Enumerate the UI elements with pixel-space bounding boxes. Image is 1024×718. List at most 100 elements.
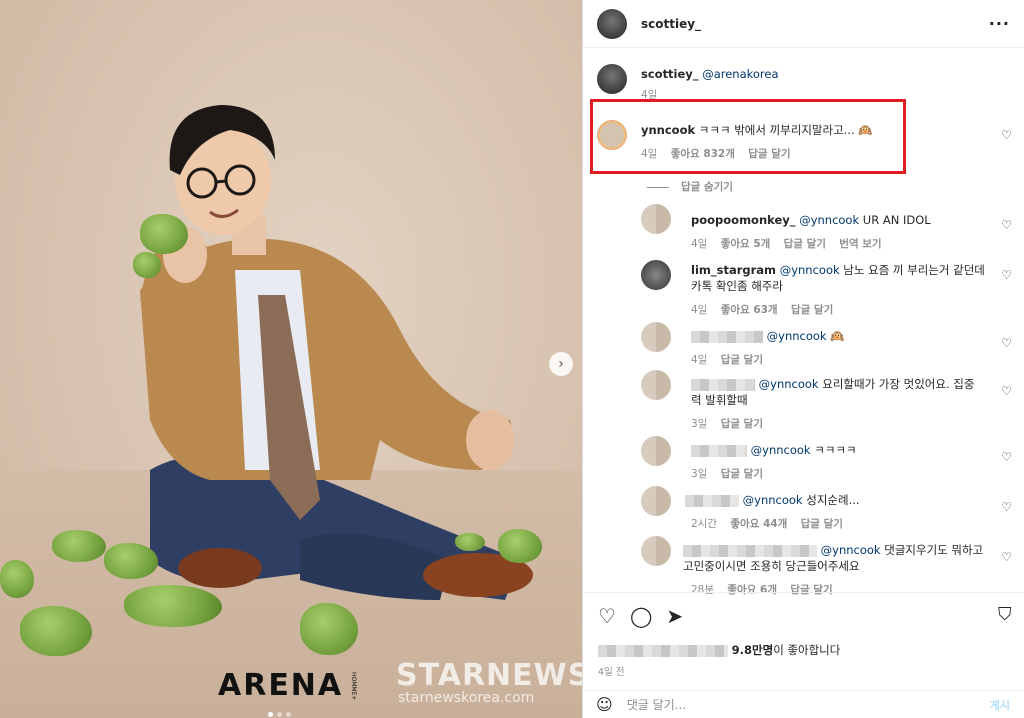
action-bar: ♡ ◯ ➤ [598,604,683,628]
reply-text: 댓글지우기도 뭐하고 [884,543,984,557]
reply-likes[interactable]: 좋아요 5개 [721,238,771,250]
avatar[interactable] [597,64,627,94]
reply-text-cont: 카톡 확인좀 해주라 [691,279,783,293]
comment-icon[interactable]: ◯ [630,604,652,628]
reply-text: UR AN IDOL [862,213,931,227]
reply-text-cont: 고민중이시면 조용히 당근들어주세요 [683,559,860,573]
likes-count: 9.8만명 [731,643,774,657]
heart-icon[interactable]: ♡ [1001,450,1012,464]
avatar[interactable] [597,8,627,39]
reply-age: 3일 [691,468,708,480]
hide-replies-button[interactable]: 답글 숨기기 [647,179,733,194]
reply-mention[interactable]: @ynncook [767,329,827,343]
more-icon[interactable]: ··· [989,14,1010,33]
reply-button[interactable]: 답글 달기 [721,468,763,480]
arena-logo-sub: HOMME+ [350,672,357,701]
comment-composer: ☺ 댓글 달기... 게시 [582,690,1024,718]
reply-username[interactable]: poopoomonkey_ [691,213,796,227]
bookmark-icon[interactable]: ⛉ [998,604,1012,625]
reply-mention[interactable]: @ynncook [780,263,840,277]
chayote [104,543,158,579]
blurred-username [683,544,817,557]
chayote [0,560,34,598]
reply-age: 28분 [691,584,715,596]
heart-icon[interactable]: ♡ [1001,336,1012,350]
caption-username[interactable]: scottiey_ [641,67,699,81]
reply-age: 4일 [691,304,708,316]
caption-mention[interactable]: @arenakorea [702,67,778,81]
heart-icon[interactable]: ♡ [1001,384,1012,398]
reply-text: ㅋㅋㅋㅋ [814,443,857,457]
reply-likes[interactable]: 좋아요 44개 [730,518,787,530]
blurred-username [691,330,763,343]
heart-icon[interactable]: ♡ [1001,550,1012,564]
reply-age: 2시간 [691,518,718,530]
comment-input[interactable]: 댓글 달기... [627,696,686,713]
blurred-username [685,494,739,507]
divider [582,592,1024,593]
reply-mention[interactable]: @ynncook [799,213,859,227]
reply-likes[interactable]: 좋아요 63개 [721,304,778,316]
reply-mention[interactable]: @ynncook [821,543,881,557]
reply-button[interactable]: 답글 달기 [791,304,833,316]
avatar[interactable] [641,536,671,566]
reply-mention[interactable]: @ynncook [759,377,819,391]
reply-text: 남노 요즘 끼 부리는거 같던데 [843,263,985,277]
avatar[interactable] [641,370,671,400]
arena-logo: ARENA [218,668,344,703]
reply-button[interactable]: 답글 달기 [784,238,826,250]
carousel-dots [268,712,291,717]
likes-summary[interactable]: 9.8만명이 좋아합니다 [598,642,840,658]
reply-age: 4일 [691,354,708,366]
highlight-box [590,99,906,174]
post-photo: ARENA HOMME+ › STARNEWS starnewskorea.co… [0,0,582,718]
reply-button[interactable]: 답글 달기 [721,418,763,430]
reply-text: 성지순례... [806,493,860,507]
reply-button[interactable]: 답글 달기 [721,354,763,366]
reply-button[interactable]: 답글 달기 [801,518,843,530]
chayote [498,529,542,563]
post-button[interactable]: 게시 [990,697,1010,713]
heart-icon[interactable]: ♡ [1001,128,1012,142]
chayote [133,252,161,278]
chayote [20,606,92,656]
avatar[interactable] [641,486,671,516]
heart-icon[interactable]: ♡ [1001,268,1012,282]
smiley-icon[interactable]: ☺ [596,695,613,714]
reply-button[interactable]: 답글 달기 [790,584,832,596]
heart-icon[interactable]: ♡ [598,604,616,628]
chayote [124,585,222,627]
likes-suffix: 이 좋아합니다 [773,643,841,657]
man-figure [140,105,533,600]
chayote [300,603,358,655]
chevron-right-icon[interactable]: › [549,352,573,376]
translate-button[interactable]: 번역 보기 [839,238,881,250]
reply-text: 🙉 [830,329,845,343]
reply-text: 요리할때가 가장 멋있어요. 집중 [822,377,975,391]
reply-age: 3일 [691,418,708,430]
author-username[interactable]: scottiey_ [641,17,701,31]
reply-text-cont: 력 발휘할때 [691,393,748,407]
watermark-brand: STARNEWS [396,658,582,693]
reply-likes[interactable]: 좋아요 6개 [727,584,777,596]
avatar[interactable] [641,436,671,466]
reply-mention[interactable]: @ynncook [743,493,803,507]
reply-age: 4일 [691,238,708,250]
reply-mention[interactable]: @ynncook [751,443,811,457]
chayote [455,533,485,551]
watermark-url: starnewskorea.com [398,690,535,706]
chayote [140,214,188,254]
blurred-likers [598,644,728,657]
chayote [52,530,106,562]
post-header: scottiey_ ··· [583,0,1024,48]
blurred-username [691,378,755,391]
avatar[interactable] [641,204,671,234]
reply-username[interactable]: lim_stargram [691,263,776,277]
avatar[interactable] [641,260,671,290]
heart-icon[interactable]: ♡ [1001,500,1012,514]
avatar[interactable] [641,322,671,352]
heart-icon[interactable]: ♡ [1001,218,1012,232]
post-time: 4일 전 [598,667,625,678]
blurred-username [691,444,747,457]
share-icon[interactable]: ➤ [666,604,683,628]
